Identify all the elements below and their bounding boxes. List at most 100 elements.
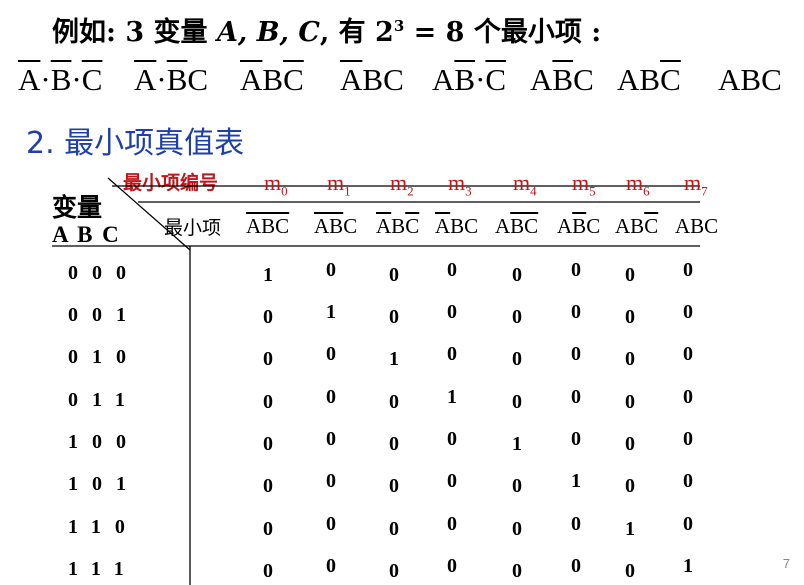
table-cell: 1	[389, 348, 399, 370]
table-cell: 0	[447, 555, 457, 577]
minterm-code-5: m5	[572, 170, 596, 199]
table-cell: 0	[625, 348, 635, 370]
code-letter: m	[626, 170, 644, 195]
term-part: A	[557, 214, 573, 238]
minterm-code-7: m7	[684, 170, 708, 199]
table-cell: 0	[512, 348, 522, 370]
table-cell: 0	[512, 560, 522, 582]
table-cell: 0	[389, 560, 399, 582]
table-cell: 0	[571, 428, 581, 450]
row-inputs: 101	[68, 473, 140, 495]
term-part: ABC	[675, 214, 719, 238]
term-part: C	[644, 214, 659, 238]
table-cell: 0	[263, 306, 273, 328]
table-cell: 0	[263, 433, 273, 455]
table-cell: 0	[683, 259, 693, 281]
term-part: BC	[450, 214, 479, 238]
minterm-header-1: ABC	[314, 214, 357, 239]
term-part: C	[405, 214, 420, 238]
row-inputs: 100	[68, 431, 140, 453]
table-cell: 0	[625, 306, 635, 328]
code-letter: m	[327, 170, 345, 195]
term-part: C	[343, 214, 358, 238]
minterm-code-1: m1	[327, 170, 351, 199]
table-cell: 0	[389, 433, 399, 455]
row-inputs: 111	[68, 558, 138, 580]
minterm-code-6: m6	[626, 170, 650, 199]
table-cell: 0	[447, 513, 457, 535]
row-inputs: 001	[68, 304, 140, 326]
table-cell: 0	[683, 428, 693, 450]
table-cell: 0	[625, 264, 635, 286]
term-part: ABC	[246, 214, 290, 238]
code-index: 1	[344, 183, 351, 199]
table-cell: 0	[512, 264, 522, 286]
code-letter: m	[513, 170, 531, 195]
table-cell: 0	[683, 343, 693, 365]
table-cell: 0	[625, 433, 635, 455]
row-inputs: 011	[68, 389, 139, 411]
code-index: 6	[643, 183, 650, 199]
table-cell: 0	[571, 301, 581, 323]
minterm-code-0: m0	[264, 170, 288, 199]
table-cell: 1	[263, 264, 273, 286]
minterm-header-4: ABC	[495, 214, 538, 239]
table-cell: 0	[571, 513, 581, 535]
code-letter: m	[572, 170, 590, 195]
minterm-header-2: ABC	[376, 214, 419, 239]
term-part: B	[572, 214, 587, 238]
table-cell: 0	[571, 343, 581, 365]
table-cell: 0	[571, 555, 581, 577]
code-index: 7	[701, 183, 708, 199]
term-part: C	[586, 214, 601, 238]
table-cell: 0	[625, 560, 635, 582]
code-index: 4	[530, 183, 537, 199]
code-letter: m	[390, 170, 408, 195]
term-part: A	[495, 214, 511, 238]
table-cell: 0	[447, 428, 457, 450]
table-cell: 0	[447, 470, 457, 492]
table-cell: 0	[625, 475, 635, 497]
table-cell: 0	[512, 391, 522, 413]
table-cell: 0	[512, 306, 522, 328]
table-cell: 0	[571, 259, 581, 281]
table-cell: 0	[263, 348, 273, 370]
table-cell: 0	[263, 518, 273, 540]
table-cell: 0	[326, 343, 336, 365]
minterm-code-4: m4	[513, 170, 537, 199]
minterm-header-3: ABC	[435, 214, 478, 239]
table-cell: 0	[326, 428, 336, 450]
table-cell: 0	[683, 470, 693, 492]
table-cell: 0	[389, 391, 399, 413]
row-inputs: 000	[68, 262, 140, 284]
term-part: B	[391, 214, 406, 238]
minterm-header-0: ABC	[246, 214, 289, 239]
table-cell: 0	[326, 470, 336, 492]
minterm-code-3: m3	[448, 170, 472, 199]
minterm-header-6: ABC	[615, 214, 658, 239]
table-cell: 1	[326, 301, 336, 323]
table-cell: 0	[447, 259, 457, 281]
code-letter: m	[264, 170, 282, 195]
term-part: A	[435, 214, 451, 238]
table-cell: 0	[263, 391, 273, 413]
code-index: 5	[589, 183, 596, 199]
table-cell: 1	[512, 433, 522, 455]
table-cell: 0	[263, 475, 273, 497]
code-index: 2	[407, 183, 414, 199]
term-part: AB	[314, 214, 344, 238]
table-cell: 0	[571, 386, 581, 408]
code-letter: m	[448, 170, 466, 195]
table-cell: 0	[447, 343, 457, 365]
table-cell: 0	[512, 475, 522, 497]
table-cell: 0	[389, 264, 399, 286]
row-inputs: 110	[68, 516, 139, 538]
code-index: 0	[281, 183, 288, 199]
term-part: BC	[510, 214, 539, 238]
page-number: 7	[782, 556, 790, 571]
table-cell: 0	[447, 301, 457, 323]
table-cell: 0	[389, 475, 399, 497]
table-cell: 0	[326, 513, 336, 535]
header-diagonal-1	[107, 177, 191, 251]
code-letter: m	[684, 170, 702, 195]
